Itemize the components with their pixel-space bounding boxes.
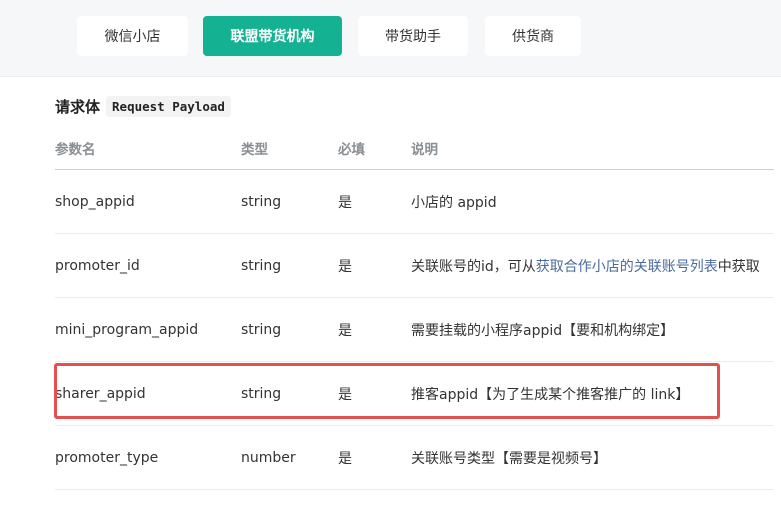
highlight-box <box>54 363 720 419</box>
params-table: 参数名 类型 必填 说明 shop_appid string 是 小店的 app… <box>55 127 774 490</box>
header-type: 类型 <box>241 127 338 170</box>
param-name: mini_program_appid <box>55 297 241 362</box>
table-row: mini_program_appid string 是 需要挂载的小程序appi… <box>55 297 774 362</box>
param-required: 是 <box>338 233 411 298</box>
param-description: 需要挂载的小程序appid【要和机构绑定】 <box>411 297 774 362</box>
table-row: shop_appid string 是 小店的 appid <box>55 169 774 234</box>
param-description: 关联账号类型【需要是视频号】 <box>411 425 774 490</box>
param-required: 是 <box>338 169 411 234</box>
param-type: string <box>241 297 338 362</box>
section-title-code: Request Payload <box>106 95 231 117</box>
param-description: 关联账号的id，可从获取合作小店的关联账号列表中获取 <box>411 233 774 298</box>
table-header-row: 参数名 类型 必填 说明 <box>55 127 774 170</box>
section-title: 请求体 Request Payload <box>55 92 231 120</box>
param-type: string <box>241 233 338 298</box>
param-name: promoter_type <box>55 425 241 490</box>
param-type: string <box>241 169 338 234</box>
tab-wechat-shop[interactable]: 微信小店 <box>77 16 188 56</box>
tab-alliance-agency[interactable]: 联盟带货机构 <box>203 16 342 56</box>
param-required: 是 <box>338 297 411 362</box>
section-title-text: 请求体 <box>55 97 101 116</box>
param-name: promoter_id <box>55 233 241 298</box>
table-row: promoter_type number 是 关联账号类型【需要是视频号】 <box>55 425 774 490</box>
param-type: number <box>241 425 338 490</box>
related-accounts-link[interactable]: 获取合作小店的关联账号列表 <box>536 259 718 275</box>
param-required: 是 <box>338 425 411 490</box>
header-required: 必填 <box>338 127 411 170</box>
tab-sales-assistant[interactable]: 带货助手 <box>358 16 468 56</box>
tab-supplier[interactable]: 供货商 <box>485 16 581 56</box>
param-description: 小店的 appid <box>411 169 774 234</box>
header-description: 说明 <box>411 127 774 170</box>
header-param-name: 参数名 <box>55 127 241 170</box>
description-text: 关联账号的id，可从 <box>411 258 536 275</box>
description-text: 中获取 <box>717 258 760 275</box>
tab-bar: 微信小店 联盟带货机构 带货助手 供货商 <box>0 0 781 77</box>
param-name: shop_appid <box>55 169 241 234</box>
table-row: promoter_id string 是 关联账号的id，可从获取合作小店的关联… <box>55 233 774 298</box>
